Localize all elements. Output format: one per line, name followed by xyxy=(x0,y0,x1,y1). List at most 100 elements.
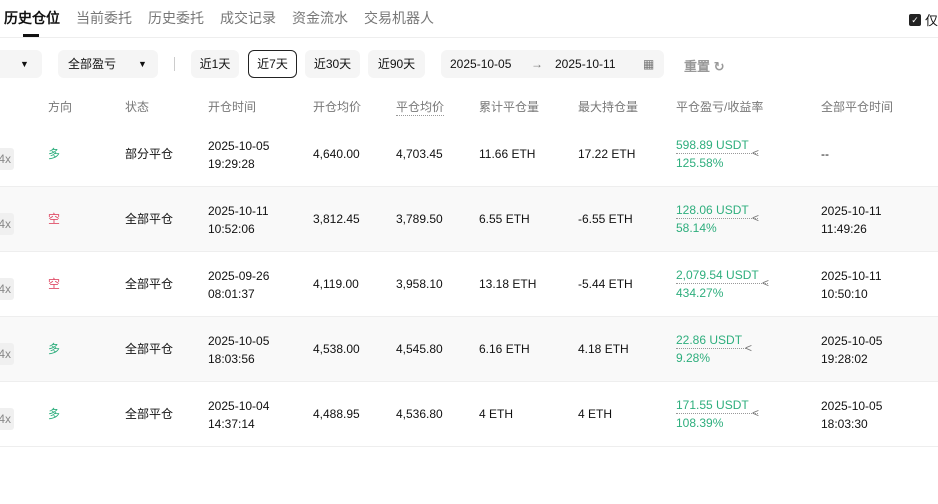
status: 全部平仓 xyxy=(125,212,174,226)
open-date: 2025-10-04 xyxy=(208,399,270,413)
roi-value: 125.58% xyxy=(676,156,724,170)
close-time: 2025-10-11 10:50:10 xyxy=(821,267,882,303)
date-range-picker[interactable]: 2025-10-05 → 2025-10-11 ▦ xyxy=(441,50,664,78)
range-1d-button[interactable]: 近1天 xyxy=(191,50,239,78)
status: 全部平仓 xyxy=(125,342,174,356)
open-time: 2025-10-05 19:29:28 xyxy=(208,137,269,173)
closed-qty: 11.66 ETH xyxy=(479,147,536,161)
close-clock: 11:49:26 xyxy=(821,222,867,236)
col-close-price[interactable]: 平仓均价 xyxy=(396,98,445,116)
range-7d-button[interactable]: 近7天 xyxy=(248,50,297,78)
close-price: 3,789.50 xyxy=(396,212,443,226)
pnl-value[interactable]: 22.86 USDT xyxy=(676,332,746,349)
max-qty: 17.22 ETH xyxy=(578,147,636,161)
close-clock: 10:50:10 xyxy=(821,287,868,301)
table-row: 4x 多 部分平仓 2025-10-05 19:29:28 4,640.00 4,… xyxy=(0,122,938,187)
side: 多 xyxy=(48,342,61,356)
pnl-value[interactable]: 171.55 USDT xyxy=(676,397,758,414)
tab-trade-history[interactable]: 成交记录 xyxy=(220,8,276,28)
close-price: 3,958.10 xyxy=(396,277,443,291)
col-side: 方向 xyxy=(48,100,73,114)
share-icon[interactable]: < xyxy=(752,146,759,160)
open-time: 2025-10-05 18:03:56 xyxy=(208,332,269,368)
only-checkbox[interactable]: ✓ 仅 xyxy=(908,10,938,29)
status: 全部平仓 xyxy=(125,407,174,421)
closed-qty: 6.55 ETH xyxy=(479,212,530,226)
tab-open-orders[interactable]: 当前委托 xyxy=(76,8,132,28)
caret-down-icon: ▼ xyxy=(138,59,147,69)
pnl: 128.06 USDT 58.14% xyxy=(676,202,758,237)
pnl: 2,079.54 USDT 434.27% xyxy=(676,267,768,302)
side: 空 xyxy=(48,212,61,226)
tab-order-history[interactable]: 历史委托 xyxy=(148,8,204,28)
leverage-badge: 4x xyxy=(0,408,14,430)
divider xyxy=(174,57,175,71)
leverage-badge: 4x xyxy=(0,343,14,365)
arrow-right-icon: → xyxy=(531,57,543,71)
roi-value: 434.27% xyxy=(676,286,724,300)
col-pnl-roi[interactable]: 平仓盈亏/收益率 xyxy=(676,98,763,115)
close-price: 4,536.80 xyxy=(396,407,443,421)
roi-value: 108.39% xyxy=(676,416,724,430)
share-icon[interactable]: < xyxy=(752,211,759,225)
open-date: 2025-10-11 xyxy=(208,204,269,218)
tab-trading-bots[interactable]: 交易机器人 xyxy=(364,8,434,28)
range-90d-button[interactable]: 近90天 xyxy=(368,50,425,78)
date-end[interactable]: 2025-10-11 xyxy=(555,50,616,78)
tab-bar: 历史仓位 当前委托 历史委托 成交记录 资金流水 交易机器人 ✓ 仅 xyxy=(0,0,938,38)
leverage-badge: 4x xyxy=(0,148,14,170)
pnl: 22.86 USDT 9.28% xyxy=(676,332,746,367)
open-price: 3,812.45 xyxy=(313,212,360,226)
close-date: 2025-10-05 xyxy=(821,334,883,348)
share-icon[interactable]: < xyxy=(762,276,769,290)
pnl-value[interactable]: 128.06 USDT xyxy=(676,202,758,219)
close-time: -- xyxy=(821,145,829,163)
col-open-time: 开仓时间 xyxy=(208,100,257,114)
open-date: 2025-10-05 xyxy=(208,139,270,153)
date-start[interactable]: 2025-10-05 xyxy=(450,50,511,78)
roi-value: 58.14% xyxy=(676,221,717,235)
close-price: 4,703.45 xyxy=(396,147,443,161)
pnl-value[interactable]: 598.89 USDT xyxy=(676,137,758,154)
pnl: 598.89 USDT 125.58% xyxy=(676,137,758,172)
pnl-select[interactable]: 全部盈亏 ▼ xyxy=(58,50,158,78)
close-date: 2025-10-11 xyxy=(821,269,882,283)
pnl: 171.55 USDT 108.39% xyxy=(676,397,758,432)
open-clock: 18:03:56 xyxy=(208,352,255,366)
col-max-qty: 最大持仓量 xyxy=(578,100,639,114)
share-icon[interactable]: < xyxy=(752,406,759,420)
reset-button[interactable]: 重置 ↻ xyxy=(684,56,725,75)
close-date: 2025-10-05 xyxy=(821,399,883,413)
refresh-icon: ↻ xyxy=(713,59,725,74)
open-price: 4,119.00 xyxy=(313,277,359,291)
share-icon[interactable]: < xyxy=(745,341,752,355)
symbol-select[interactable]: ▼ xyxy=(0,50,42,78)
max-qty: -6.55 ETH xyxy=(578,212,633,226)
pnl-value[interactable]: 2,079.54 USDT xyxy=(676,267,768,284)
open-date: 2025-09-26 xyxy=(208,269,270,283)
range-30d-button[interactable]: 近30天 xyxy=(305,50,360,78)
open-price: 4,640.00 xyxy=(313,147,360,161)
max-qty: 4 ETH xyxy=(578,407,613,421)
only-label: 仅 xyxy=(924,13,938,28)
max-qty: 4.18 ETH xyxy=(578,342,629,356)
open-clock: 14:37:14 xyxy=(208,417,255,431)
calendar-icon[interactable]: ▦ xyxy=(643,50,654,78)
tab-funding-flow[interactable]: 资金流水 xyxy=(292,8,348,28)
close-time: 2025-10-05 19:28:02 xyxy=(821,332,882,368)
open-price: 4,538.00 xyxy=(313,342,360,356)
col-closed-qty: 累计平仓量 xyxy=(479,100,540,114)
side: 空 xyxy=(48,277,61,291)
roi-value: 9.28% xyxy=(676,351,711,365)
close-date: 2025-10-11 xyxy=(821,204,882,218)
open-time: 2025-10-04 14:37:14 xyxy=(208,397,269,433)
close-price: 4,545.80 xyxy=(396,342,443,356)
col-status: 状态 xyxy=(125,100,150,114)
table-row: 4x 多 全部平仓 2025-10-04 14:37:14 4,488.95 4,… xyxy=(0,382,938,447)
max-qty: -5.44 ETH xyxy=(578,277,633,291)
close-time: 2025-10-11 11:49:26 xyxy=(821,202,882,238)
closed-qty: 13.18 ETH xyxy=(479,277,537,291)
reset-label: 重置 xyxy=(684,59,711,74)
tab-history-positions[interactable]: 历史仓位 xyxy=(4,8,60,28)
close-clock: 18:03:30 xyxy=(821,417,868,431)
